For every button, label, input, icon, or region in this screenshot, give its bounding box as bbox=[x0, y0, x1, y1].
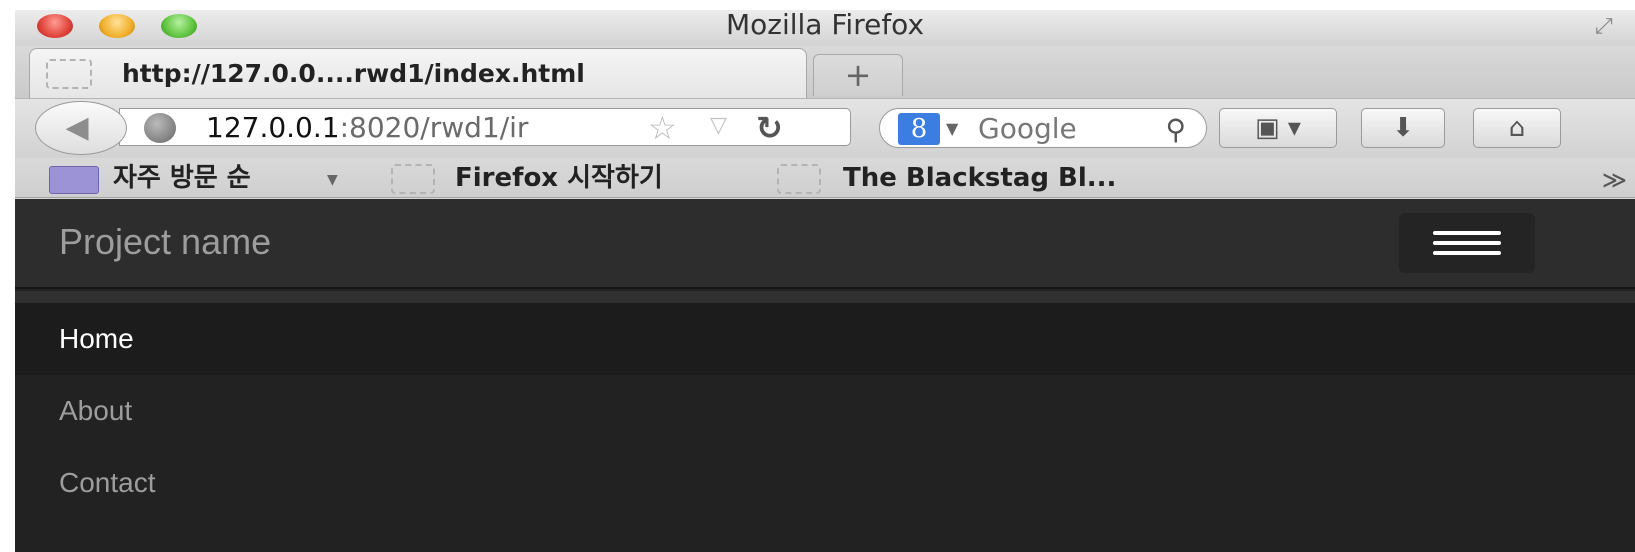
url-host: 127.0.0.1 bbox=[206, 111, 340, 144]
bookmarks-overflow-chevron-icon[interactable]: ≫ bbox=[1602, 166, 1627, 194]
window-title: Mozilla Firefox bbox=[725, 10, 925, 41]
nav-item-label: Home bbox=[59, 323, 134, 354]
new-tab-button[interactable]: + bbox=[813, 54, 903, 96]
search-bar[interactable]: 8 ▼ Google ⚲ bbox=[879, 108, 1207, 148]
history-dropdown-icon[interactable]: ▽ bbox=[710, 113, 727, 138]
nav-item-label: Contact bbox=[59, 467, 156, 498]
engine-dropdown-icon[interactable]: ▼ bbox=[946, 119, 958, 138]
bookmarks-menu-button[interactable]: ▣ ▾ bbox=[1219, 108, 1337, 148]
navigation-toolbar: 127.0.0.1:8020/rwd1/ir ☆ ▽ ↻ ◀ 8 ▼ Googl… bbox=[15, 98, 1635, 158]
bookmarks-star-box-icon: ▣ ▾ bbox=[1255, 113, 1301, 143]
title-bar: Mozilla Firefox ⤢ bbox=[15, 10, 1635, 46]
nav-item-contact[interactable]: Contact bbox=[15, 447, 1635, 519]
search-placeholder: Google bbox=[978, 112, 1077, 145]
home-icon: ⌂ bbox=[1508, 113, 1526, 143]
folder-dropdown-icon[interactable]: ▼ bbox=[327, 172, 338, 188]
url-bar[interactable]: 127.0.0.1:8020/rwd1/ir ☆ ▽ ↻ bbox=[119, 108, 851, 147]
bookmark-star-icon[interactable]: ☆ bbox=[648, 109, 677, 147]
home-button[interactable]: ⌂ bbox=[1473, 108, 1561, 148]
download-arrow-icon: ⬇ bbox=[1392, 113, 1414, 143]
hamburger-bar-icon bbox=[1433, 251, 1501, 255]
browser-window: Mozilla Firefox ⤢ http://127.0.0....rwd1… bbox=[15, 10, 1635, 552]
google-engine-icon[interactable]: 8 bbox=[898, 113, 940, 145]
page-content: Project name Home About Contact bbox=[15, 199, 1635, 552]
downloads-button[interactable]: ⬇ bbox=[1361, 108, 1445, 148]
hamburger-bar-icon bbox=[1433, 241, 1501, 245]
tab-active[interactable]: http://127.0.0....rwd1/index.html bbox=[29, 48, 807, 98]
bookmark-favicon-icon bbox=[391, 164, 435, 194]
nav-item-label: About bbox=[59, 395, 133, 426]
url-text[interactable]: 127.0.0.1:8020/rwd1/ir bbox=[206, 111, 630, 144]
bookmark-folder-most-visited[interactable]: 자주 방문 순 bbox=[113, 162, 251, 194]
page-favicon-icon bbox=[46, 59, 92, 89]
bookmark-item[interactable]: The Blackstag Bl... bbox=[843, 162, 1116, 194]
nav-item-home[interactable]: Home bbox=[15, 303, 1635, 375]
reload-icon[interactable]: ↻ bbox=[756, 109, 783, 147]
site-navbar: Project name bbox=[15, 199, 1635, 289]
navbar-toggle-button[interactable] bbox=[1399, 213, 1535, 273]
back-button[interactable]: ◀ bbox=[35, 101, 127, 155]
collapse-top-strip bbox=[15, 291, 1635, 303]
bookmarks-toolbar: 자주 방문 순 ▼ Firefox 시작하기 The Blackstag Bl.… bbox=[15, 158, 1635, 198]
magnifier-icon[interactable]: ⚲ bbox=[1165, 113, 1186, 146]
url-path: :8020/rwd1/ir bbox=[339, 111, 529, 144]
tab-title: http://127.0.0....rwd1/index.html bbox=[122, 59, 585, 88]
tab-strip: http://127.0.0....rwd1/index.html + bbox=[15, 46, 1635, 98]
bookmark-favicon-icon bbox=[777, 164, 821, 194]
folder-icon bbox=[49, 166, 99, 194]
fullscreen-icon[interactable]: ⤢ bbox=[1595, 14, 1629, 40]
hamburger-bar-icon bbox=[1433, 231, 1501, 235]
nav-item-about[interactable]: About bbox=[15, 375, 1635, 447]
globe-icon bbox=[144, 113, 176, 143]
bookmark-item[interactable]: Firefox 시작하기 bbox=[455, 162, 663, 194]
navbar-brand[interactable]: Project name bbox=[59, 221, 271, 263]
